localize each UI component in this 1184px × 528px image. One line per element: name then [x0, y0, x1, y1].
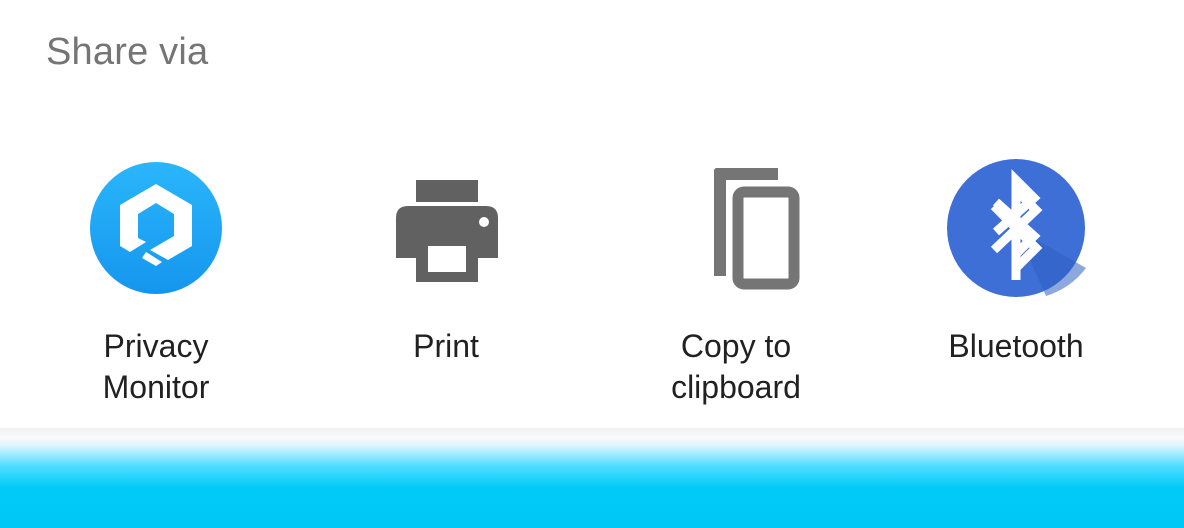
share-target-copy-to-clipboard[interactable]: Copy to clipboard: [616, 150, 856, 420]
background-app-strip: [0, 428, 1184, 528]
share-target-label: Bluetooth: [948, 328, 1084, 364]
bluetooth-icon: [946, 158, 1086, 298]
share-target-bluetooth[interactable]: Bluetooth: [896, 150, 1136, 420]
share-target-print[interactable]: Print: [326, 150, 566, 420]
privacy-monitor-app-icon: [86, 158, 226, 298]
share-target-label: Copy to clipboard: [671, 328, 801, 405]
share-target-label: Print: [413, 328, 479, 364]
share-target-privacy-monitor[interactable]: Privacy Monitor: [36, 150, 276, 420]
share-sheet: Share via Privacy Monitor Print Copy to …: [0, 0, 1184, 428]
printer-icon: [376, 158, 516, 298]
sheet-title: Share via: [46, 31, 209, 73]
copy-icon: [666, 158, 806, 298]
share-targets-grid: Privacy Monitor Print Copy to clipboard …: [0, 150, 1184, 420]
share-target-label: Privacy Monitor: [102, 328, 210, 405]
